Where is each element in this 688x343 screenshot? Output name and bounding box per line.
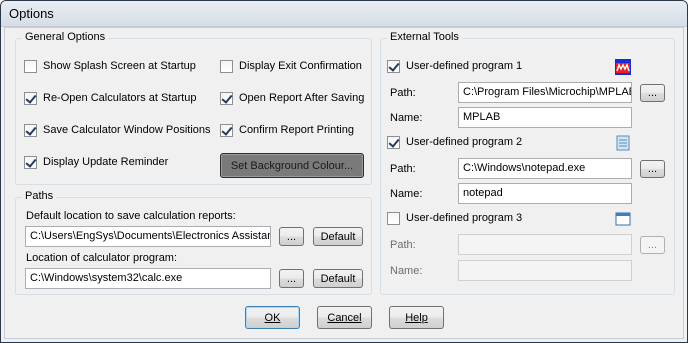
program-1-name-label: Name:: [390, 112, 423, 124]
program-2-label: User-defined program 2: [406, 136, 523, 148]
program-2-browse-button[interactable]: ...: [640, 160, 665, 178]
program-3-toggle[interactable]: User-defined program 3: [387, 210, 522, 226]
program-2-toggle[interactable]: User-defined program 2: [387, 134, 522, 150]
paths-title: Paths: [22, 190, 57, 202]
cancel-button[interactable]: Cancel: [317, 306, 372, 329]
report-browse-label: ...: [286, 230, 297, 243]
report-browse-button[interactable]: ...: [279, 227, 304, 246]
save-window-positions-checkbox[interactable]: [24, 123, 37, 137]
update-reminder-checkbox[interactable]: [24, 155, 37, 169]
save-window-positions-label: Save Calculator Window Positions: [43, 124, 211, 136]
ok-button[interactable]: OK: [245, 306, 300, 329]
program-1-toggle[interactable]: User-defined program 1: [387, 58, 522, 74]
mplab-icon: [615, 59, 631, 75]
title-bar[interactable]: Options: [1, 1, 687, 27]
program-3-browse-label: ...: [647, 239, 658, 251]
program-2-name-input[interactable]: notepad: [458, 183, 632, 204]
options-dialog: Options General Options Show Splash Scre…: [0, 0, 688, 343]
calculator-location-label: Location of calculator program:: [26, 252, 178, 264]
report-location-label: Default location to save calculation rep…: [26, 210, 236, 222]
option-show-splash[interactable]: Show Splash Screen at Startup: [24, 58, 196, 74]
reopen-calculators-label: Re-Open Calculators at Startup: [43, 92, 197, 104]
program-2-checkbox[interactable]: [387, 135, 400, 149]
confirm-printing-checkbox[interactable]: [220, 123, 233, 137]
program-1-name-input[interactable]: MPLAB: [458, 107, 632, 128]
help-button[interactable]: Help: [389, 306, 444, 329]
show-splash-checkbox[interactable]: [24, 59, 37, 73]
show-splash-label: Show Splash Screen at Startup: [43, 60, 196, 72]
open-report-checkbox[interactable]: [220, 91, 233, 105]
report-location-input[interactable]: C:\Users\EngSys\Documents\Electronics As…: [25, 226, 271, 247]
window-title: Options: [9, 6, 54, 21]
calculator-browse-button[interactable]: ...: [279, 269, 304, 288]
program-3-path-input[interactable]: [458, 234, 632, 255]
program-1-path-input[interactable]: C:\Program Files\Microchip\MPLAB: [458, 82, 632, 103]
option-confirm-printing[interactable]: Confirm Report Printing: [220, 122, 354, 138]
cancel-button-label: Cancel: [327, 311, 362, 324]
option-open-report[interactable]: Open Report After Saving: [220, 90, 364, 106]
program-1-browse-label: ...: [647, 87, 658, 99]
program-3-path-label: Path:: [390, 239, 416, 251]
help-button-label: Help: [405, 311, 428, 324]
program-1-path-label: Path:: [390, 87, 416, 99]
calculator-default-label: Default: [320, 272, 356, 285]
general-options-title: General Options: [22, 31, 109, 43]
program-1-label: User-defined program 1: [406, 60, 523, 72]
report-default-button[interactable]: Default: [313, 227, 363, 246]
set-background-colour-label: Set Background Colour...: [230, 159, 354, 172]
option-save-window-positions[interactable]: Save Calculator Window Positions: [24, 122, 211, 138]
window-icon: [615, 212, 631, 226]
program-3-checkbox[interactable]: [387, 211, 400, 225]
option-update-reminder[interactable]: Display Update Reminder: [24, 154, 168, 170]
ok-button-label: OK: [264, 311, 281, 324]
program-2-browse-label: ...: [647, 163, 658, 175]
exit-confirmation-label: Display Exit Confirmation: [239, 60, 362, 72]
program-3-name-label: Name:: [390, 265, 423, 277]
program-2-path-label: Path:: [390, 163, 416, 175]
confirm-printing-label: Confirm Report Printing: [239, 124, 354, 136]
set-background-colour-button[interactable]: Set Background Colour...: [220, 153, 364, 178]
option-exit-confirmation[interactable]: Display Exit Confirmation: [220, 58, 362, 74]
program-2-path-input[interactable]: C:\Windows\notepad.exe: [458, 158, 632, 179]
report-default-label: Default: [320, 230, 356, 243]
update-reminder-label: Display Update Reminder: [43, 156, 169, 168]
program-2-name-label: Name:: [390, 188, 423, 200]
open-report-label: Open Report After Saving: [239, 92, 365, 104]
program-3-label: User-defined program 3: [406, 212, 523, 224]
program-1-checkbox[interactable]: [387, 59, 400, 73]
calculator-location-input[interactable]: C:\Windows\system32\calc.exe: [25, 268, 271, 289]
calculator-default-button[interactable]: Default: [313, 269, 363, 288]
calculator-browse-label: ...: [286, 272, 297, 285]
option-reopen-calculators[interactable]: Re-Open Calculators at Startup: [24, 90, 196, 106]
program-3-name-input[interactable]: [458, 260, 632, 281]
external-tools-title: External Tools: [387, 31, 462, 43]
notepad-icon: [616, 135, 630, 151]
program-1-browse-button[interactable]: ...: [640, 84, 665, 102]
exit-confirmation-checkbox[interactable]: [220, 59, 233, 73]
program-3-browse-button[interactable]: ...: [640, 236, 665, 254]
reopen-calculators-checkbox[interactable]: [24, 91, 37, 105]
